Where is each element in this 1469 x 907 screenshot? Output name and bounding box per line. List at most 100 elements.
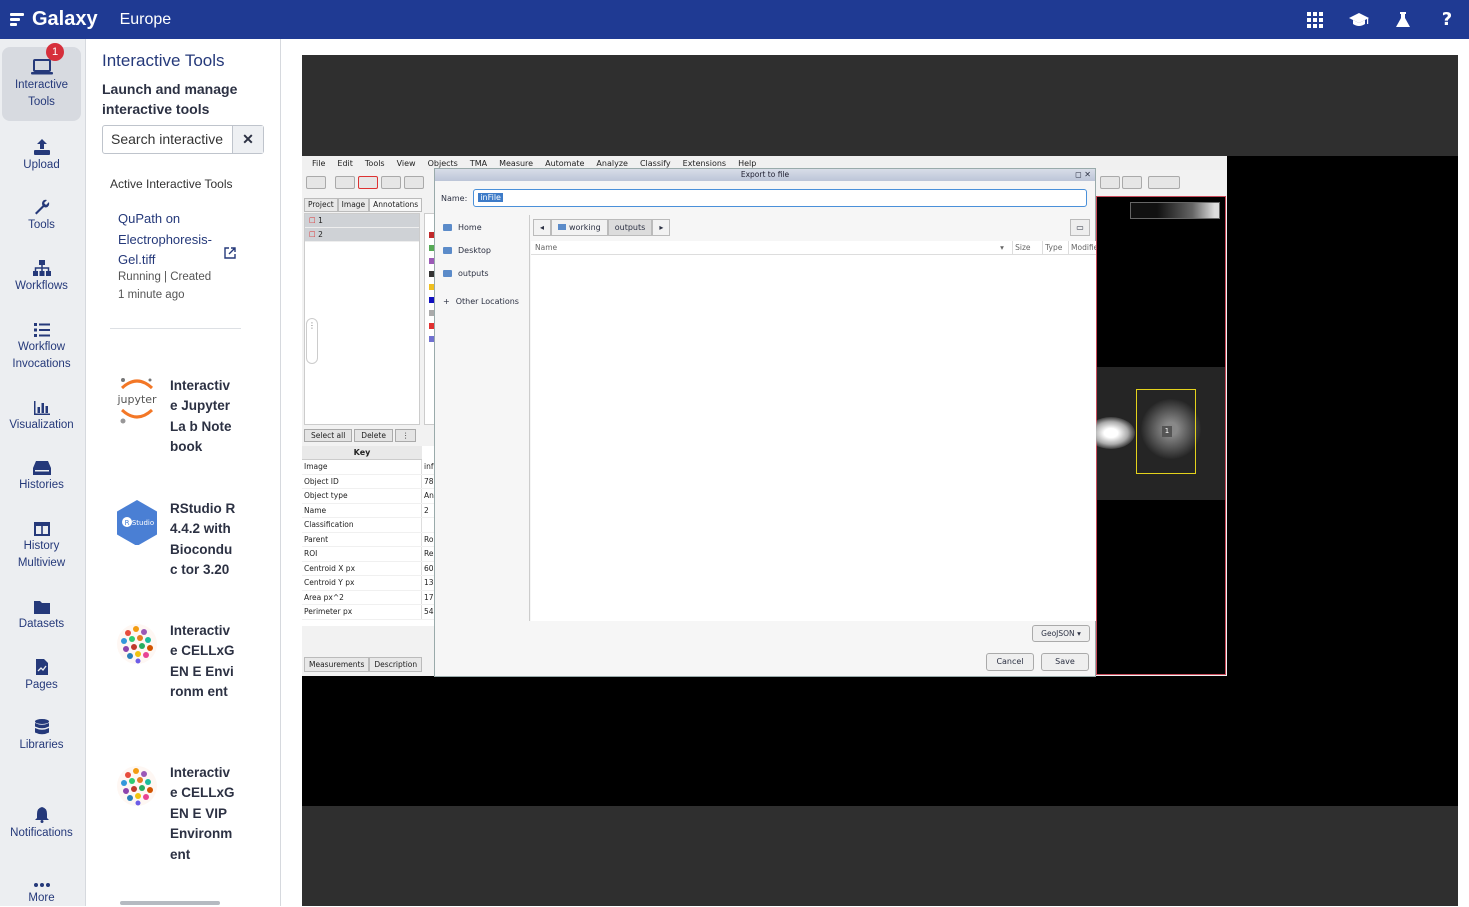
activity-upload[interactable]: Upload (2, 131, 81, 174)
select-all-button[interactable]: Select all (304, 429, 353, 442)
menu-file[interactable]: File (312, 156, 325, 170)
tool-pencil-icon[interactable] (306, 176, 326, 189)
delete-button[interactable]: Delete (354, 429, 393, 442)
tab-measurements[interactable]: Measurements (304, 657, 370, 672)
activity-label: Interactive (14, 79, 69, 91)
tab-image[interactable]: Image (337, 198, 370, 212)
key-cell: Name (302, 503, 422, 517)
new-folder-icon[interactable]: ▭ (1070, 219, 1090, 236)
name-row: Name: inFile (441, 189, 1088, 207)
galaxy-logo[interactable]: Galaxy (10, 8, 98, 31)
roi-label: 1 (1162, 426, 1172, 437)
activity-workflow-invocations[interactable]: Workflow Invocations (2, 313, 81, 373)
activity-label: Workflow (17, 341, 66, 353)
path-segment-working[interactable]: working (551, 219, 608, 236)
sidebar-collapse-handle[interactable]: ⋮ (306, 318, 318, 364)
column-modified[interactable]: Modifie (1068, 241, 1096, 254)
activity-visualization[interactable]: Visualization (2, 391, 81, 434)
tool-name[interactable]: RStudio R 4.4.2 with Bioconduc tor 3.20 (170, 499, 238, 581)
annotation-list: ☐ 1 ☐ 2 (304, 213, 420, 425)
graduation-cap-icon[interactable] (1337, 0, 1381, 39)
grid-icon[interactable] (1293, 0, 1337, 39)
search-input[interactable]: Search interactive ✕ (102, 125, 264, 154)
svg-text:R: R (125, 519, 130, 527)
clear-search-button[interactable]: ✕ (232, 126, 263, 153)
image-viewer[interactable]: 1 (1087, 196, 1226, 675)
horizontal-scrollbar[interactable] (120, 901, 220, 905)
list-item[interactable]: ☐ 2 (305, 228, 419, 242)
place-home[interactable]: Home (443, 223, 482, 232)
laptop-icon (2, 51, 81, 75)
flask-icon[interactable] (1381, 0, 1425, 39)
galaxy-logo-icon (10, 12, 26, 27)
activity-label: Libraries (19, 739, 64, 751)
tab-project[interactable]: Project (304, 198, 338, 212)
line-tool-icon[interactable] (404, 176, 424, 189)
key-cell: Area px^2 (302, 590, 422, 604)
key-cell: Object ID (302, 474, 422, 488)
place-other-locations[interactable]: + Other Locations (443, 297, 519, 306)
tool-name[interactable]: Interactiv e CELLxGEN E VIP Environm ent (170, 763, 238, 865)
table-icon[interactable] (1100, 176, 1120, 189)
activity-pages[interactable]: Pages (2, 651, 81, 694)
dialog-window-controls[interactable]: ◻ ✕ (1075, 170, 1091, 179)
activity-histories[interactable]: Histories (2, 451, 81, 494)
menu-tools[interactable]: Tools (365, 156, 385, 170)
name-label: Name: (441, 193, 468, 203)
place-desktop[interactable]: Desktop (443, 246, 491, 255)
upload-icon (2, 131, 81, 155)
list-item[interactable]: ☐ 1 (305, 214, 419, 228)
help-tool-icon[interactable] (1122, 176, 1142, 189)
column-name[interactable]: Name (531, 241, 1000, 254)
menu-view[interactable]: View (397, 156, 416, 170)
save-button[interactable]: Save (1041, 653, 1089, 671)
column-type[interactable]: Type (1042, 241, 1068, 254)
active-tool-link[interactable]: QuPath on Electrophoresis-Gel.tiff (118, 209, 223, 271)
table-row: Object ID 78 (302, 474, 435, 489)
help-icon[interactable]: ? (1425, 0, 1469, 39)
activity-libraries[interactable]: Libraries (2, 711, 81, 754)
file-list[interactable] (531, 255, 1096, 621)
cancel-button[interactable]: Cancel (986, 653, 1034, 671)
path-segment-outputs[interactable]: outputs (607, 219, 653, 236)
column-size[interactable]: Size (1012, 241, 1042, 254)
activity-history-multiview[interactable]: History Multiview (2, 512, 81, 572)
bottom-tabs: Measurements Description (304, 657, 423, 672)
hdd-icon (2, 451, 81, 475)
external-link-icon[interactable] (224, 247, 236, 262)
cellxgene-icon (114, 621, 160, 667)
activity-more[interactable]: More (2, 864, 81, 907)
place-outputs[interactable]: outputs (443, 269, 489, 278)
move-tool-icon[interactable] (335, 176, 355, 189)
sort-down-icon[interactable]: ▾ (1000, 241, 1012, 254)
activity-tools[interactable]: Tools (2, 191, 81, 234)
menu-edit[interactable]: Edit (337, 156, 353, 170)
wrench-icon (2, 191, 81, 215)
tool-name[interactable]: Interactiv e CELLxGEN E Environm ent (170, 621, 238, 703)
activity-notifications[interactable]: Notifications (2, 799, 81, 842)
path-forward-icon[interactable]: ▸ (652, 219, 671, 236)
overview-thumbnail[interactable] (1130, 202, 1220, 219)
annotation-label: 2 (318, 230, 323, 239)
filename-input[interactable]: inFile (473, 189, 1088, 207)
search-input-value[interactable]: Search interactive (103, 126, 232, 153)
activity-workflows[interactable]: Workflows (2, 252, 81, 295)
value-cell: Ro (424, 534, 434, 544)
annotation-buttons: Select all Delete ⋮ (304, 429, 434, 442)
extensions-dropdown-icon[interactable] (1148, 176, 1180, 189)
key-cell: Centroid X px (302, 561, 422, 575)
tool-name[interactable]: Interactiv e JupyterLa b Notebook (170, 376, 238, 458)
activity-interactive-tools[interactable]: 1 Interactive Tools (2, 43, 81, 121)
ellipse-tool-icon[interactable] (381, 176, 401, 189)
tab-annotations[interactable]: Annotations (369, 198, 423, 212)
more-button[interactable]: ⋮ (394, 429, 417, 442)
annotation-roi[interactable]: 1 (1136, 389, 1196, 474)
path-label: working (569, 223, 601, 232)
tab-description[interactable]: Description (369, 657, 423, 672)
activity-datasets[interactable]: Datasets (2, 590, 81, 633)
key-cell: Parent (302, 532, 422, 546)
masthead: Galaxy Europe ? (0, 0, 1469, 39)
rectangle-tool-icon[interactable] (358, 176, 378, 189)
path-back-icon[interactable]: ◂ (533, 219, 552, 236)
format-select[interactable]: GeoJSON ▾ (1032, 625, 1090, 642)
